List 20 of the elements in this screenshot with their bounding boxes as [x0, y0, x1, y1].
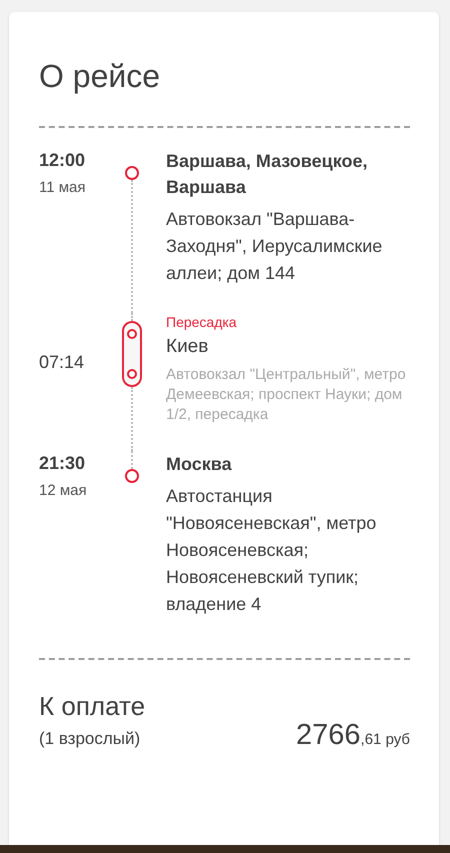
- passenger-count: (1 взрослый): [39, 728, 142, 750]
- payment-title: К оплате: [39, 690, 146, 722]
- stop-marker: [125, 469, 139, 483]
- station-address: Автовокзал "Варшава-Заходня", Иерусалимские аллеи; дом 144: [166, 208, 384, 285]
- city-name: Варшава, Мазовецкое, Варшава: [166, 150, 368, 199]
- station-address: Автостанция "Новоясеневская", метро Новоясеневская; Новоясеневский тупик; владение 4: [166, 485, 378, 616]
- transfer-label: Пересадка: [166, 313, 238, 331]
- stop-time: 21:30: [39, 452, 86, 475]
- station-address: Автовокзал "Центральный", метро Демеевская; проспект Науки; дом 1/2, пересадка: [166, 365, 407, 425]
- stop-date: 11 мая: [39, 178, 87, 198]
- section-title: О рейсе: [39, 57, 162, 96]
- stop-date: 12 мая: [39, 481, 88, 501]
- city-name: Москва: [166, 453, 233, 476]
- stop-marker: [125, 166, 139, 180]
- transfer-marker: [122, 321, 142, 387]
- price-fraction: ,61 руб: [360, 730, 410, 750]
- city-name: Киев: [166, 335, 210, 359]
- transfer-time: 07:14: [39, 351, 86, 374]
- price-amount: 2766: [296, 718, 361, 752]
- stop-time: 12:00: [39, 149, 86, 172]
